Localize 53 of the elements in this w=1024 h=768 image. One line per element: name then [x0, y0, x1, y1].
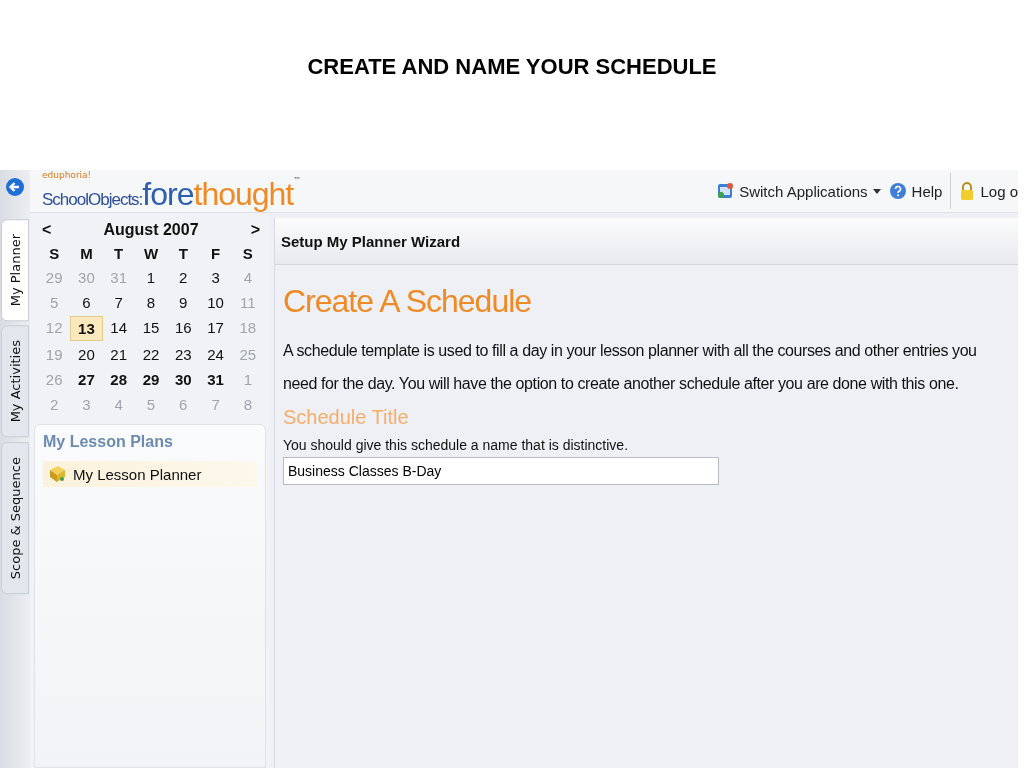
weekday-label: W — [142, 244, 160, 264]
calendar-day[interactable]: 6 — [70, 291, 103, 314]
calendar-day[interactable]: 20 — [70, 343, 103, 366]
weekday-label: T — [177, 244, 189, 264]
weekday-label: S — [48, 244, 61, 264]
calendar-day[interactable]: 27 — [70, 368, 103, 391]
calendar-day[interactable]: 21 — [102, 343, 135, 366]
calendar-day[interactable]: 14 — [102, 316, 135, 341]
weekday-label: S — [241, 244, 254, 264]
month-label: August 2007 — [103, 221, 199, 239]
side-tab[interactable]: Scope & Sequence — [1, 441, 29, 594]
calendar-day[interactable]: 2 — [167, 266, 200, 289]
calendar-day[interactable]: 17 — [199, 316, 232, 341]
caret-icon — [872, 188, 881, 194]
schedule-title-field[interactable]: Business Classes B-Day — [283, 457, 719, 485]
calendar-day[interactable]: 13 — [70, 316, 103, 341]
header-link[interactable]: Log o — [959, 181, 1018, 201]
calendar-day[interactable]: 24 — [199, 343, 232, 366]
page-heading: Create A Schedule — [283, 283, 533, 320]
calendar-day[interactable]: 1 — [134, 266, 168, 289]
previous-month-button[interactable]: < — [38, 221, 56, 239]
header-link[interactable]: Switch Applications — [716, 182, 881, 200]
next-month-button[interactable]: > — [246, 221, 264, 239]
slide-title: CREATE AND NAME YOUR SCHEDULE — [307, 54, 717, 81]
wizard-title: Setup My Planner Wizard — [281, 232, 461, 250]
calendar-day[interactable]: 28 — [102, 368, 135, 391]
weekday-label: F — [209, 244, 222, 264]
calendar-day[interactable]: 7 — [102, 291, 135, 314]
field-hint: You should give this schedule a name that is distinctive. — [283, 437, 630, 453]
section-heading: Schedule Title — [283, 406, 410, 429]
panel-heading: My Lesson Plans — [43, 433, 174, 451]
calendar-day[interactable]: 30 — [167, 368, 200, 391]
calendar-day[interactable]: 10 — [199, 291, 232, 314]
help-icon — [888, 182, 907, 200]
calendar-day[interactable]: 16 — [167, 316, 200, 341]
weekday-label: M — [79, 244, 94, 264]
calendar-day[interactable]: 9 — [167, 291, 200, 314]
calendar-day[interactable]: 3 — [199, 266, 232, 289]
intro-text: A schedule template is used to fill a day in your lesson planner with all the courses and other entries you need for the day. You will have the option to create another schedule after you are done with this one. — [283, 341, 978, 394]
calendar-day[interactable]: 29 — [134, 368, 168, 391]
calendar-day[interactable]: 15 — [134, 316, 168, 341]
logo: eduphoria! SchoolObjects:forethought™ — [41, 169, 302, 213]
weekday-label: T — [113, 244, 125, 264]
calendar-day[interactable]: 31 — [199, 368, 232, 391]
calendar-day[interactable]: 22 — [134, 343, 168, 366]
header-link[interactable]: Help — [888, 182, 943, 200]
lesson-plan-item[interactable]: My Lesson Planner — [43, 461, 257, 487]
calendar-day[interactable]: 23 — [167, 343, 200, 366]
calendar-day[interactable]: 8 — [134, 291, 168, 314]
side-tab[interactable]: My Activities — [1, 325, 29, 438]
windows-icon — [716, 182, 735, 200]
lock-icon — [959, 181, 976, 201]
side-tab[interactable]: My Planner — [1, 219, 29, 322]
